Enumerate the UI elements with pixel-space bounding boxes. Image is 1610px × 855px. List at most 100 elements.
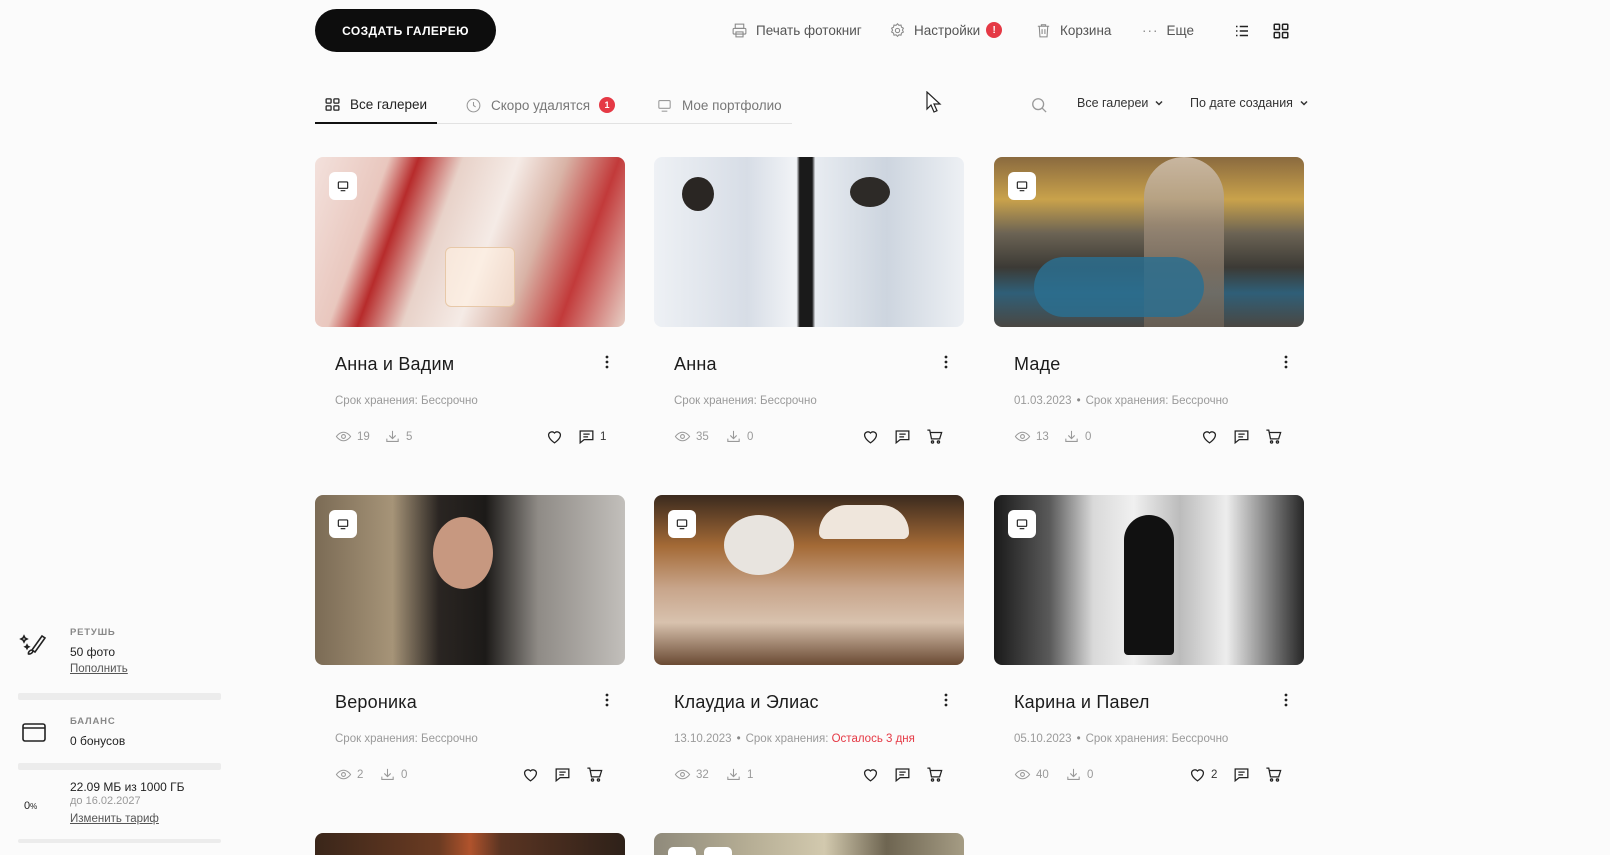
gallery-cover[interactable] (654, 495, 964, 665)
eye-icon (1014, 431, 1031, 442)
trash-button[interactable]: Корзина (1035, 20, 1111, 40)
sort-dropdown[interactable]: По дате создания (1190, 96, 1309, 110)
cart-icon (1266, 429, 1282, 444)
comments-button[interactable] (893, 765, 912, 784)
cart-icon (1266, 767, 1282, 782)
expiring-count-badge: 1 (599, 97, 616, 113)
gallery-cover[interactable] (994, 495, 1304, 665)
kebab-menu-icon[interactable] (599, 690, 615, 710)
monitor-icon (1016, 519, 1028, 530)
gallery-title[interactable]: Анна (674, 354, 717, 375)
views-stat: 13 (1014, 428, 1049, 445)
retouch-value: 50 фото (70, 645, 115, 659)
cart-button[interactable] (925, 427, 944, 446)
cart-button[interactable] (585, 765, 604, 784)
tab-label: Все галереи (350, 96, 428, 112)
tab-all-galleries[interactable]: Все галереи (315, 86, 438, 124)
more-button[interactable]: ··· Еще (1142, 20, 1194, 40)
tab-expiring-soon[interactable]: Скоро удалятся 1 (465, 86, 616, 124)
tab-my-portfolio[interactable]: Мое портфолио (656, 86, 782, 124)
gallery-title[interactable]: Клаудиа и Элиас (674, 692, 819, 713)
create-gallery-button[interactable]: СОЗДАТЬ ГАЛЕРЕЮ (315, 9, 496, 52)
download-icon (727, 768, 740, 780)
kebab-menu-icon[interactable] (938, 352, 954, 372)
gallery-card[interactable]: Маде 01.03.2023 • Срок хранения: Бессрочно… (994, 157, 1304, 445)
change-tariff-link[interactable]: Изменить тариф (70, 813, 159, 825)
favorites-button[interactable]: 2 (1188, 765, 1217, 784)
gallery-cover[interactable] (315, 495, 625, 665)
comments-button[interactable]: 1 (577, 427, 606, 446)
search-icon[interactable] (1029, 95, 1049, 115)
tab-label: Мое портфолио (682, 97, 782, 113)
gallery-title[interactable]: Анна и Вадим (335, 354, 454, 375)
download-icon (1065, 430, 1078, 442)
favorites-button[interactable] (861, 427, 880, 446)
eye-icon (335, 769, 352, 780)
storage-value: Бессрочно (1171, 395, 1229, 407)
comments-button[interactable] (893, 427, 912, 446)
gallery-card[interactable]: Клаудиа и Элиас 13.10.2023 • Срок хранения… (654, 495, 964, 783)
favorites-button[interactable] (1200, 427, 1219, 446)
comments-button[interactable] (1232, 765, 1251, 784)
downloads-stat: 1 (725, 766, 753, 783)
gallery-cover[interactable] (994, 157, 1304, 327)
gallery-filter-value: Все галереи (1077, 96, 1149, 110)
storage-value: Бессрочно (760, 395, 817, 407)
gallery-title[interactable]: Маде (1014, 354, 1061, 375)
kebab-menu-icon[interactable] (1278, 352, 1294, 372)
eye-icon (335, 431, 352, 442)
favorites-button[interactable] (861, 765, 880, 784)
eye-icon (674, 431, 691, 442)
grid-icon (1273, 23, 1289, 39)
trash-label: Корзина (1060, 22, 1112, 38)
heart-icon (1190, 769, 1205, 782)
balance-label: БАЛАНС (70, 716, 116, 727)
kebab-menu-icon[interactable] (1278, 690, 1294, 710)
divider (18, 693, 221, 700)
comment-icon (895, 430, 910, 445)
views-stat: 19 (335, 428, 370, 445)
list-view-button[interactable] (1231, 20, 1253, 42)
comments-button[interactable] (553, 765, 572, 784)
tab-label: Скоро удалятся (491, 97, 591, 113)
cart-button[interactable] (925, 765, 944, 784)
gallery-title[interactable]: Карина и Павел (1014, 692, 1150, 713)
settings-button[interactable]: Настройки ! (889, 20, 1003, 40)
gallery-meta: Срок хранения: Бессрочно (335, 733, 478, 745)
grid-view-button[interactable] (1270, 20, 1292, 42)
monitor-icon (337, 519, 349, 530)
gallery-title[interactable]: Вероника (335, 692, 417, 713)
downloads-stat: 0 (1065, 766, 1093, 783)
download-icon (381, 768, 394, 780)
kebab-menu-icon[interactable] (938, 690, 954, 710)
top-up-link[interactable]: Пополнить (70, 663, 128, 675)
settings-alert-badge: ! (986, 22, 1003, 38)
favorites-button[interactable] (521, 765, 540, 784)
comment-icon (555, 768, 570, 783)
cart-button[interactable] (1264, 427, 1283, 446)
gallery-cover[interactable] (315, 833, 625, 855)
monitor-icon (658, 99, 671, 112)
gallery-filter-dropdown[interactable]: Все галереи (1077, 96, 1164, 110)
views-stat: 40 (1014, 766, 1049, 783)
favorites-button[interactable] (545, 427, 564, 446)
views-stat: 35 (674, 428, 709, 445)
views-stat: 2 (335, 766, 363, 783)
portfolio-badge (1008, 172, 1036, 200)
gallery-card[interactable]: Карина и Павел 05.10.2023 • Срок хранения:… (994, 495, 1304, 783)
print-photobooks-button[interactable]: Печать фотокниг (731, 20, 862, 40)
gallery-cover[interactable] (315, 157, 625, 327)
gallery-cover[interactable] (654, 833, 964, 855)
gallery-card[interactable]: Вероника Срок хранения: Бессрочно 2 0 (315, 495, 625, 783)
eye-icon (1014, 769, 1031, 780)
gallery-card[interactable]: Анна Срок хранения: Бессрочно 35 0 (654, 157, 964, 445)
gallery-card[interactable]: Анна и Вадим Срок хранения: Бессрочно 19… (315, 157, 625, 445)
cart-button[interactable] (1264, 765, 1283, 784)
balance-value: 0 бонусов (70, 734, 126, 748)
kebab-menu-icon[interactable] (599, 352, 615, 372)
comments-button[interactable] (1232, 427, 1251, 446)
gallery-date: 05.10.2023 (1014, 733, 1072, 745)
gallery-cover[interactable] (654, 157, 964, 327)
comment-icon (579, 430, 594, 445)
cart-icon (927, 767, 943, 782)
